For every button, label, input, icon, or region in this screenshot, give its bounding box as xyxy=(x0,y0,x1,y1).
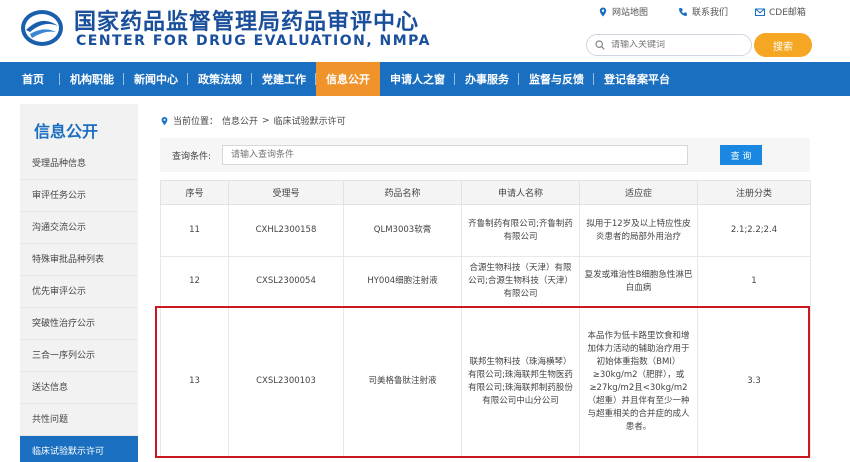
nav-info-disclosure[interactable]: 信息公开 xyxy=(316,62,380,96)
sidebar-item-breakthrough[interactable]: 突破性治疗公示 xyxy=(20,308,138,340)
cell-reg-class: 3.3 xyxy=(697,306,811,457)
sidebar-item-accepted[interactable]: 受理品种信息 xyxy=(20,148,138,180)
col-header-index: 序号 xyxy=(160,180,229,205)
location-pin-icon xyxy=(599,7,607,16)
cell-indication: 复发或难治性B细胞急性淋巴白血病 xyxy=(579,256,698,307)
col-header-reg-class: 注册分类 xyxy=(697,180,811,205)
cell-index: 11 xyxy=(160,204,229,257)
breadcrumb-separator: > xyxy=(262,115,270,126)
site-search xyxy=(586,34,752,56)
cell-drug-name: 司美格鲁肽注射液 xyxy=(343,306,462,457)
cell-indication: 本品作为低卡路里饮食和增加体力活动的辅助治疗用于初始体重指数（BMI）≥30kg… xyxy=(579,306,698,457)
cell-indication: 拟用于12岁及以上特应性皮炎患者的局部外用治疗 xyxy=(579,204,698,257)
sidebar-item-clinical-trial[interactable]: 临床试验默示许可 xyxy=(20,436,138,462)
site-title-en: CENTER FOR DRUG EVALUATION, NMPA xyxy=(76,33,431,49)
sidebar-item-delivery[interactable]: 送达信息 xyxy=(20,372,138,404)
nav-home[interactable]: 首页 xyxy=(0,62,60,96)
nav-functions[interactable]: 机构职能 xyxy=(60,62,124,96)
col-header-accept-no: 受理号 xyxy=(228,180,344,205)
filter-label: 查询条件: xyxy=(172,152,212,162)
cde-mail-link[interactable]: CDE邮箱 xyxy=(755,5,806,18)
sidebar-item-priority-review[interactable]: 优先审评公示 xyxy=(20,276,138,308)
cell-applicant: 合源生物科技（天津）有限公司;合源生物科技（天津）有限公司 xyxy=(461,256,580,307)
contact-label: 联系我们 xyxy=(692,8,729,18)
main-nav: 首页 机构职能 新闻中心 政策法规 党建工作 信息公开 申请人之窗 办事服务 监… xyxy=(0,62,850,96)
sitemap-link[interactable]: 网站地图 xyxy=(598,5,648,18)
cell-accept-no: CXSL2300103 xyxy=(228,306,344,457)
nav-applicant[interactable]: 申请人之窗 xyxy=(380,62,455,96)
breadcrumb-label: 当前位置： xyxy=(173,117,219,127)
table-row[interactable]: 12 CXSL2300054 HY004细胞注射液 合源生物科技（天津）有限公司… xyxy=(160,256,811,307)
cell-index: 12 xyxy=(160,256,229,307)
sidebar-item-communication[interactable]: 沟通交流公示 xyxy=(20,212,138,244)
col-header-drug-name: 药品名称 xyxy=(343,180,462,205)
table-row[interactable]: 11 CXHL2300158 QLM3003软膏 齐鲁制药有限公司;齐鲁制药有限… xyxy=(160,204,811,257)
nav-policy[interactable]: 政策法规 xyxy=(188,62,252,96)
mail-icon xyxy=(755,8,765,16)
filter-bar: 查询条件: 查 询 xyxy=(160,138,810,172)
contact-link[interactable]: 联系我们 xyxy=(678,5,728,18)
sidebar-item-special-approval[interactable]: 特殊审批品种列表 xyxy=(20,244,138,276)
cell-reg-class: 1 xyxy=(697,256,811,307)
cde-logo-icon[interactable] xyxy=(20,8,64,48)
nav-news[interactable]: 新闻中心 xyxy=(124,62,188,96)
cell-applicant: 齐鲁制药有限公司;齐鲁制药有限公司 xyxy=(461,204,580,257)
search-icon xyxy=(595,40,605,50)
nav-party[interactable]: 党建工作 xyxy=(252,62,316,96)
search-input[interactable] xyxy=(611,40,741,50)
cell-drug-name: HY004细胞注射液 xyxy=(343,256,462,307)
col-header-indication: 适应症 xyxy=(579,180,698,205)
results-table: 序号 受理号 药品名称 申请人名称 适应症 注册分类 11 CXHL230015… xyxy=(160,180,811,457)
nav-registration[interactable]: 登记备案平台 xyxy=(594,62,680,96)
table-header-row: 序号 受理号 药品名称 申请人名称 适应症 注册分类 xyxy=(160,180,811,205)
cell-index: 13 xyxy=(160,306,229,457)
col-header-applicant: 申请人名称 xyxy=(461,180,580,205)
breadcrumb-item-info[interactable]: 信息公开 xyxy=(222,114,258,127)
nav-supervision[interactable]: 监督与反馈 xyxy=(519,62,594,96)
cell-accept-no: CXHL2300158 xyxy=(228,204,344,257)
cell-drug-name: QLM3003软膏 xyxy=(343,204,462,257)
site-title-cn: 国家药品监督管理局药品审评中心 xyxy=(74,10,420,35)
sitemap-label: 网站地图 xyxy=(612,8,649,18)
phone-icon xyxy=(678,7,687,16)
sidebar-item-review-tasks[interactable]: 审评任务公示 xyxy=(20,180,138,212)
breadcrumb: 当前位置： 信息公开 > 临床试验默示许可 xyxy=(160,114,346,127)
sidebar-item-three-in-one[interactable]: 三合一序列公示 xyxy=(20,340,138,372)
search-button[interactable]: 搜索 xyxy=(754,33,812,57)
sidebar-title: 信息公开 xyxy=(34,122,99,141)
site-header: 国家药品监督管理局药品审评中心 CENTER FOR DRUG EVALUATI… xyxy=(0,0,850,62)
query-button[interactable]: 查 询 xyxy=(720,145,762,165)
filter-input[interactable] xyxy=(222,145,688,165)
table-row[interactable]: 13 CXSL2300103 司美格鲁肽注射液 联邦生物科技（珠海横琴）有限公司… xyxy=(160,306,811,457)
cell-accept-no: CXSL2300054 xyxy=(228,256,344,307)
location-pin-icon xyxy=(161,116,168,125)
cell-reg-class: 2.1;2.2;2.4 xyxy=(697,204,811,257)
cde-mail-label: CDE邮箱 xyxy=(769,8,806,18)
breadcrumb-item-current: 临床试验默示许可 xyxy=(273,117,346,127)
sidebar-item-common-issues[interactable]: 共性问题 xyxy=(20,404,138,436)
nav-services[interactable]: 办事服务 xyxy=(455,62,519,96)
sidebar: 信息公开 受理品种信息 审评任务公示 沟通交流公示 特殊审批品种列表 优先审评公… xyxy=(20,104,138,462)
cell-applicant: 联邦生物科技（珠海横琴）有限公司;珠海联邦生物医药有限公司;珠海联邦制药股份有限… xyxy=(461,306,580,457)
